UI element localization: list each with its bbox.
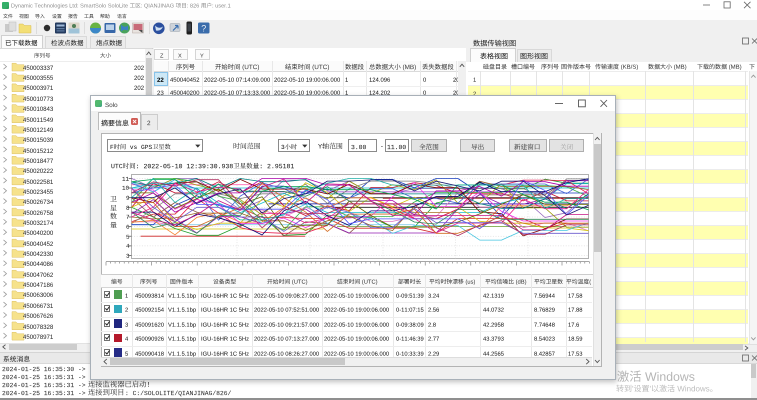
svg-text:?: ?	[201, 23, 206, 33]
